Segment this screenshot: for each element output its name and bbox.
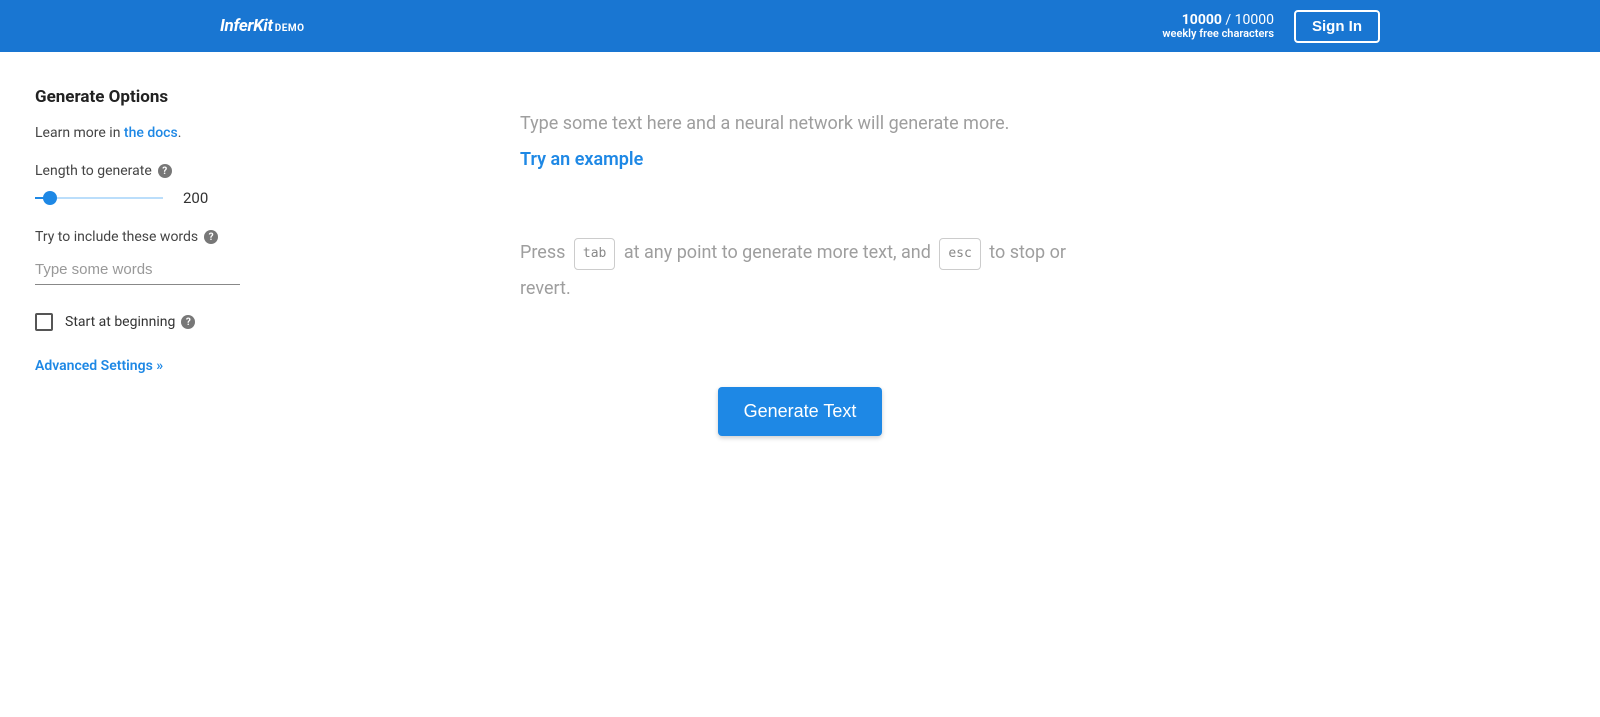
learn-more: Learn more in the docs. [35, 125, 275, 141]
sign-in-button[interactable]: Sign In [1294, 10, 1380, 43]
help-icon[interactable]: ? [181, 315, 195, 329]
header-right: 10000 / 10000 weekly free characters Sig… [1162, 10, 1380, 43]
help-icon[interactable]: ? [204, 230, 218, 244]
hint-mid: at any point to generate more text, and [619, 242, 935, 263]
logo-sub: DEMO [275, 23, 305, 34]
generate-button[interactable]: Generate Text [718, 387, 883, 436]
chars-remaining: 10000 / 10000 weekly free characters [1162, 12, 1274, 41]
start-label: Start at beginning [65, 314, 175, 330]
length-slider-row: 200 [35, 189, 275, 207]
length-slider[interactable] [35, 191, 163, 205]
kbd-tab: tab [574, 238, 615, 270]
include-label-row: Try to include these words ? [35, 229, 275, 245]
docs-link[interactable]: the docs [124, 125, 178, 141]
help-icon[interactable]: ? [158, 164, 172, 178]
length-label-row: Length to generate ? [35, 163, 275, 179]
editor-placeholder: Type some text here and a neural network… [520, 107, 1080, 141]
start-at-beginning-row: Start at beginning ? [35, 313, 275, 331]
advanced-settings-link[interactable]: Advanced Settings » [35, 358, 163, 374]
keyboard-hint: Press tab at any point to generate more … [520, 235, 1080, 307]
learn-suffix: . [178, 125, 182, 141]
start-checkbox[interactable] [35, 313, 53, 331]
chars-sep: / [1222, 12, 1235, 28]
length-label: Length to generate [35, 163, 152, 179]
sidebar-title: Generate Options [35, 87, 275, 107]
editor-area[interactable]: Type some text here and a neural network… [520, 107, 1080, 307]
slider-thumb[interactable] [43, 191, 57, 205]
chars-current: 10000 [1182, 12, 1222, 28]
main: Generate Options Learn more in the docs.… [0, 52, 1600, 436]
header: InferKitDEMO 10000 / 10000 weekly free c… [0, 0, 1600, 52]
length-value: 200 [183, 189, 208, 207]
sidebar: Generate Options Learn more in the docs.… [35, 87, 275, 436]
include-label: Try to include these words [35, 229, 198, 245]
content: Type some text here and a neural network… [275, 87, 1600, 436]
try-example-link[interactable]: Try an example [520, 143, 643, 177]
hint-press: Press [520, 242, 570, 263]
logo-main: InferKit [220, 16, 273, 36]
kbd-esc: esc [939, 238, 980, 270]
learn-prefix: Learn more in [35, 125, 124, 141]
generate-row: Generate Text [520, 387, 1080, 436]
chars-sublabel: weekly free characters [1162, 28, 1274, 41]
include-words-input[interactable] [35, 255, 240, 285]
chars-total: 10000 [1235, 12, 1274, 28]
start-label-wrap: Start at beginning ? [65, 314, 195, 330]
logo[interactable]: InferKitDEMO [220, 16, 305, 36]
